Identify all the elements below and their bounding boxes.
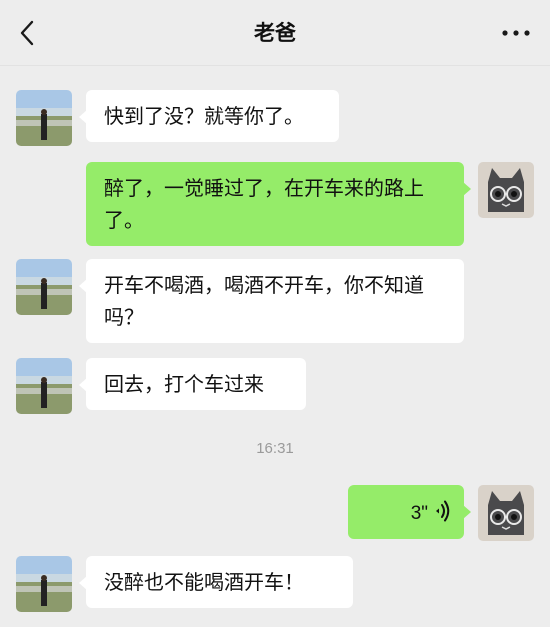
voice-duration: 3" [410, 503, 428, 524]
dad-message-bubble[interactable]: 没醉也不能喝酒开车！ [79, 556, 353, 608]
more-button[interactable] [496, 16, 536, 50]
timestamp: 16:31 [256, 440, 294, 457]
my-avatar[interactable] [478, 162, 534, 218]
dad-message-bubble[interactable]: 开车不喝酒，喝酒不开车，你不知道吗？ [79, 259, 464, 343]
chat-header: 老爸 [0, 0, 550, 66]
dad-avatar[interactable] [16, 556, 72, 612]
more-dots-icon [502, 30, 530, 36]
voice-wave-icon [436, 500, 450, 522]
dad-avatar[interactable] [16, 90, 72, 146]
dad-avatar[interactable] [16, 259, 72, 315]
voice-message-bubble[interactable]: 3" [348, 485, 471, 539]
my-message-bubble[interactable]: 醉了，一觉睡过了，在开车来的路上了。 [86, 162, 471, 246]
dad-message-bubble[interactable]: 回去，打个车过来 [79, 358, 306, 410]
dad-message-bubble[interactable]: 快到了没？就等你了。 [79, 90, 339, 142]
dad-avatar[interactable] [16, 358, 72, 414]
chat-title: 老爸 [254, 21, 296, 45]
my-avatar[interactable] [478, 485, 534, 541]
